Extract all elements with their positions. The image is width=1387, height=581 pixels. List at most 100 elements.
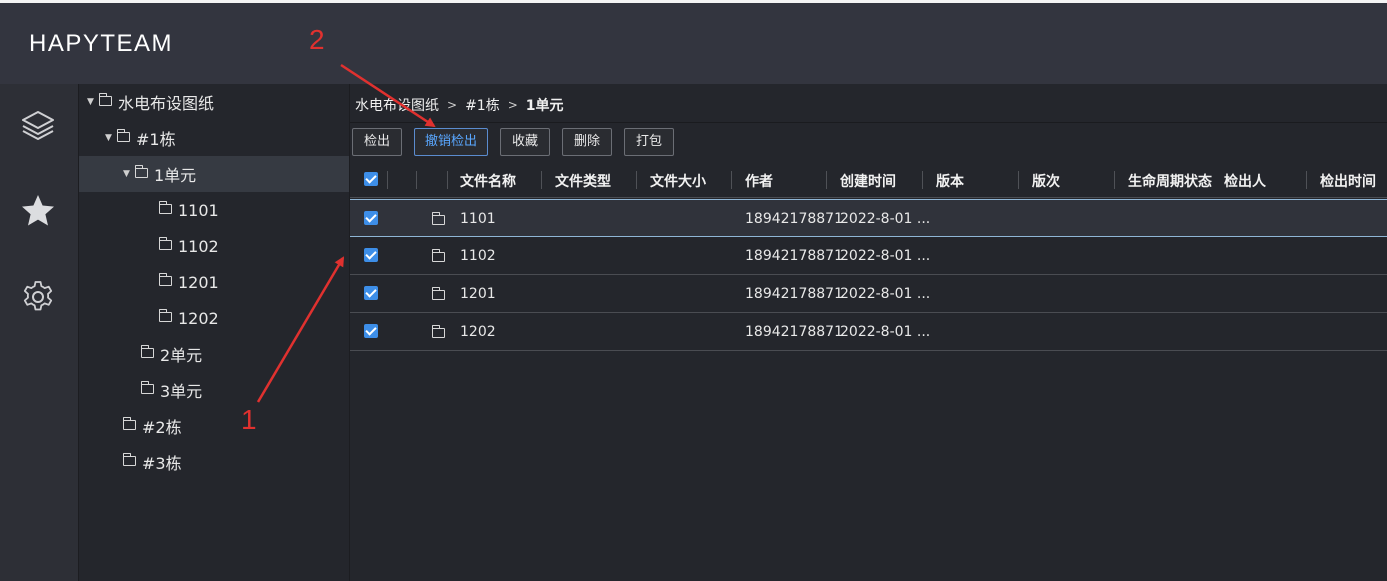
tree-node[interactable]: #3栋 bbox=[79, 444, 349, 480]
cell-created: 2022-8-01 ... bbox=[840, 286, 931, 302]
tree-node[interactable]: ▼ 水电布设图纸 bbox=[79, 84, 349, 120]
tree-node[interactable]: 1102 bbox=[79, 228, 349, 264]
caret-down-icon[interactable]: ▼ bbox=[87, 97, 99, 107]
annotation-number-1: 1 bbox=[241, 404, 257, 435]
tree-node-label: 1102 bbox=[178, 236, 219, 256]
tree-node-label: #3栋 bbox=[142, 454, 182, 473]
caret-down-icon[interactable]: ▼ bbox=[105, 133, 117, 143]
row-checkbox[interactable] bbox=[364, 324, 378, 338]
row-checkbox[interactable] bbox=[364, 286, 378, 300]
select-all-checkbox[interactable] bbox=[364, 172, 378, 186]
checkout-button[interactable]: 检出 bbox=[352, 128, 402, 156]
folder-icon bbox=[99, 93, 112, 106]
cell-author: 18942178871 bbox=[745, 286, 843, 302]
tree-node-label: #1栋 bbox=[136, 130, 176, 149]
cell-created: 2022-8-01 ... bbox=[840, 324, 931, 340]
cell-author: 18942178871 bbox=[745, 324, 843, 340]
caret-down-icon[interactable]: ▼ bbox=[123, 169, 135, 179]
breadcrumb: 水电布设图纸 > #1栋 > 1单元 bbox=[355, 95, 564, 115]
column-divider bbox=[387, 171, 388, 189]
column-header-size[interactable]: 文件大小 bbox=[650, 171, 706, 191]
folder-icon bbox=[123, 453, 136, 466]
column-header-checkout-time[interactable]: 检出时间 bbox=[1320, 171, 1376, 191]
file-panel: 水电布设图纸 > #1栋 > 1单元 检出 撤销检出 收藏 删除 打包 文件名称… bbox=[350, 84, 1387, 581]
tree-node-active[interactable]: ▼ 1单元 bbox=[79, 156, 349, 192]
column-divider bbox=[731, 171, 732, 189]
column-divider bbox=[922, 171, 923, 189]
chevron-right-icon: > bbox=[447, 98, 458, 112]
layers-icon[interactable] bbox=[19, 106, 57, 144]
app-title: HAPYTEAM bbox=[29, 30, 174, 57]
tree-node[interactable]: 1101 bbox=[79, 192, 349, 228]
cell-name[interactable]: 1201 bbox=[460, 286, 496, 302]
folder-tree: ▼ 水电布设图纸 ▼ #1栋 ▼ 1单元 1101 1102 1201 1202… bbox=[79, 84, 350, 581]
tree-node[interactable]: 2单元 bbox=[79, 336, 349, 372]
folder-icon bbox=[432, 249, 445, 262]
column-divider bbox=[447, 171, 448, 189]
cell-name[interactable]: 1202 bbox=[460, 324, 496, 340]
favorite-button[interactable]: 收藏 bbox=[500, 128, 550, 156]
table-row[interactable]: 1202 18942178871 2022-8-01 ... bbox=[350, 313, 1387, 351]
table-row[interactable]: 1101 18942178871 2022-8-01 ... bbox=[350, 199, 1387, 237]
table-row[interactable]: 1201 18942178871 2022-8-01 ... bbox=[350, 275, 1387, 313]
column-header-checkout-user[interactable]: 检出人 bbox=[1224, 171, 1266, 191]
column-divider bbox=[636, 171, 637, 189]
tree-node-label: 1单元 bbox=[154, 166, 197, 185]
cell-name[interactable]: 1102 bbox=[460, 248, 496, 264]
folder-icon bbox=[123, 417, 136, 430]
breadcrumb-item[interactable]: 水电布设图纸 bbox=[355, 95, 439, 115]
folder-icon bbox=[432, 325, 445, 338]
tree-node-label: 2单元 bbox=[160, 346, 203, 365]
folder-icon bbox=[159, 273, 172, 286]
column-divider bbox=[541, 171, 542, 189]
folder-icon bbox=[432, 287, 445, 300]
folder-icon bbox=[159, 201, 172, 214]
left-icon-nav bbox=[0, 84, 79, 581]
folder-icon bbox=[159, 237, 172, 250]
breadcrumb-item[interactable]: #1栋 bbox=[465, 95, 500, 115]
column-header-created[interactable]: 创建时间 bbox=[840, 171, 896, 191]
column-divider bbox=[416, 171, 417, 189]
folder-icon bbox=[141, 345, 154, 358]
tree-node[interactable]: #2栋 bbox=[79, 408, 349, 444]
divider bbox=[350, 122, 1387, 123]
annotation-number-2: 2 bbox=[309, 24, 325, 55]
row-checkbox[interactable] bbox=[364, 248, 378, 262]
cell-created: 2022-8-01 ... bbox=[840, 248, 931, 264]
table-header: 文件名称 文件类型 文件大小 作者 创建时间 版本 版次 生命周期状态 检出人 … bbox=[350, 162, 1387, 198]
tree-node[interactable]: 3单元 bbox=[79, 372, 349, 408]
tree-node-label: 3单元 bbox=[160, 382, 203, 401]
column-header-lifecycle[interactable]: 生命周期状态 bbox=[1128, 171, 1214, 191]
folder-icon bbox=[159, 309, 172, 322]
column-header-type[interactable]: 文件类型 bbox=[555, 171, 611, 191]
folder-icon bbox=[135, 165, 148, 178]
pack-button[interactable]: 打包 bbox=[624, 128, 674, 156]
column-header-name[interactable]: 文件名称 bbox=[460, 171, 516, 191]
column-header-revision[interactable]: 版次 bbox=[1032, 171, 1060, 191]
column-header-author[interactable]: 作者 bbox=[745, 171, 773, 191]
column-header-version[interactable]: 版本 bbox=[936, 171, 964, 191]
folder-icon bbox=[117, 129, 130, 142]
column-divider bbox=[1114, 171, 1115, 189]
top-bar: HAPYTEAM bbox=[0, 0, 1387, 84]
table-row[interactable]: 1102 18942178871 2022-8-01 ... bbox=[350, 237, 1387, 275]
star-icon[interactable] bbox=[19, 192, 57, 230]
tree-node-label: 1202 bbox=[178, 308, 219, 328]
gear-icon[interactable] bbox=[19, 278, 57, 316]
tree-node[interactable]: 1202 bbox=[79, 300, 349, 336]
column-divider bbox=[1018, 171, 1019, 189]
column-divider bbox=[826, 171, 827, 189]
undo-checkout-button[interactable]: 撤销检出 bbox=[414, 128, 488, 156]
row-checkbox[interactable] bbox=[364, 211, 378, 225]
cell-author: 18942178871 bbox=[745, 248, 843, 264]
tree-node[interactable]: ▼ #1栋 bbox=[79, 120, 349, 156]
tree-node[interactable]: 1201 bbox=[79, 264, 349, 300]
tree-node-label: #2栋 bbox=[142, 418, 182, 437]
tree-node-label: 1101 bbox=[178, 200, 219, 220]
cell-author: 18942178871 bbox=[745, 211, 843, 227]
delete-button[interactable]: 删除 bbox=[562, 128, 612, 156]
tree-node-label: 1201 bbox=[178, 272, 219, 292]
cell-name[interactable]: 1101 bbox=[460, 211, 496, 227]
folder-icon bbox=[141, 381, 154, 394]
folder-icon bbox=[432, 212, 445, 225]
